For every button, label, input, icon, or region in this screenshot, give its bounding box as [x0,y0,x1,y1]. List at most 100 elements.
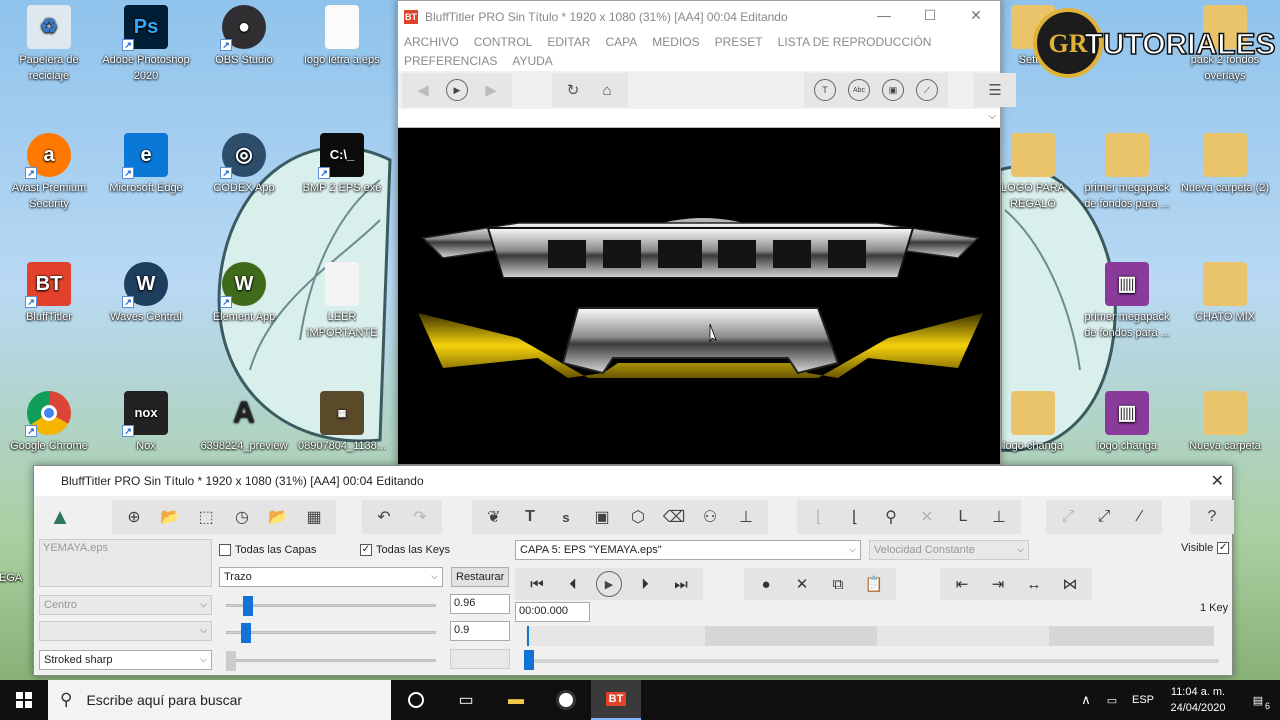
preset-dropdown[interactable]: ⌵ [398,109,1000,128]
restore-button[interactable]: Restaurar [451,567,509,587]
picture-icon[interactable]: ▣ [584,502,620,532]
desktop-icon-edge[interactable]: e ↗ Microsoft Edge [98,133,194,196]
menu-control[interactable]: CONTROL [474,33,533,52]
skip-to-end-icon[interactable]: ⏭ [663,570,699,598]
trazo-select[interactable]: Trazo ⌵ [219,567,443,587]
wand-icon[interactable]: ⁄ [1122,502,1158,532]
start-button[interactable] [0,680,48,720]
blufftitler-taskbar-button[interactable]: BT [591,680,641,720]
next-key-icon[interactable]: ⇥ [980,570,1016,598]
step-back-icon[interactable]: ⏴ [555,570,591,598]
film-icon[interactable]: ▦ [296,502,332,532]
slider-2-thumb[interactable] [240,623,251,643]
clock[interactable]: 11:04 a. m. 24/04/2020 [1160,684,1236,716]
abc-layer-button[interactable]: Abc [842,75,876,105]
add-layer-icon[interactable]: ⊕ [116,502,152,532]
desktop-icon-blufftitler[interactable]: BT ↗ BluffTitler [1,262,97,325]
fit-icon[interactable]: ⤢ [1086,502,1122,532]
timeline-scrollbar[interactable] [526,659,1219,663]
slider-3-thumb[interactable] [226,651,236,671]
obs-taskbar-button[interactable] [541,680,591,720]
audio-icon[interactable]: ⊥ [728,502,764,532]
y-axis-icon[interactable]: ⊥ [981,502,1017,532]
file-explorer-button[interactable]: ▬ [491,680,541,720]
cube-icon[interactable]: ⬡ [620,502,656,532]
text-icon[interactable]: T [512,502,548,532]
subtitle-icon[interactable]: s [548,502,584,532]
undo-icon[interactable]: ↶ [366,502,402,532]
timeline-cursor[interactable] [527,626,529,646]
previous-key-icon[interactable]: ⇤ [944,570,980,598]
menu-preferencias[interactable]: PREFERENCIAS [404,52,497,71]
stroke-style-select[interactable]: Stroked sharp ⌵ [39,650,212,670]
slider-3-track[interactable] [226,659,436,662]
paste-icon[interactable]: 📋 [856,570,892,598]
text-layer-button[interactable]: T [808,75,842,105]
desktop-icon-waves[interactable]: W ↗ Waves Central [98,262,194,325]
hamburger-menu-icon[interactable]: ☰ [978,75,1012,105]
menu-medios[interactable]: MEDIOS [652,33,699,52]
timeline-scroll-thumb[interactable] [524,650,534,670]
desktop-icon-avast[interactable]: a ↗ Avast Premium Security [1,133,97,212]
expand-key-icon[interactable]: ↔ [1016,570,1052,598]
desktop-icon-logo-eps[interactable]: logo letra a.eps [294,5,390,68]
desktop-icon-nueva-carpeta-2[interactable]: Nueva carpeta (2) [1177,133,1273,196]
resize-icon[interactable]: ⤢ [1050,502,1086,532]
layer-select[interactable]: CAPA 5: EPS "YEMAYA.eps" ⌵ [515,540,861,560]
desktop-icon-obs[interactable]: ● ↗ OBS Studio [196,5,292,68]
value-2-field[interactable]: 0.9 [450,621,510,641]
language-indicator[interactable]: ESP [1126,694,1160,706]
notification-icon[interactable]: ▤ 6 [1236,694,1280,711]
eraser-icon[interactable]: ⌫ [656,502,692,532]
paint-icon[interactable]: ❦ [476,502,512,532]
open-folder-icon[interactable]: 📂 [152,502,188,532]
all-layers-checkbox[interactable]: Todas las Capas [219,544,316,556]
menu-preset[interactable]: PRESET [715,33,763,52]
copy-icon[interactable]: ⧉ [820,570,856,598]
slider-2-track[interactable] [226,631,436,634]
align-left-icon[interactable]: ⌊ [801,502,837,532]
layer-thumbnail-icon[interactable]: ▲ [42,502,78,532]
network-icon[interactable]: ▭ [1098,694,1126,707]
clock-icon[interactable]: ◷ [224,502,260,532]
x-axis-icon[interactable]: L [945,502,981,532]
delete-key-icon[interactable]: ✕ [784,570,820,598]
menu-lista-reproduccion[interactable]: LISTA DE REPRODUCCIÓN [778,33,932,52]
collapse-key-icon[interactable]: ⋈ [1052,570,1088,598]
desktop-icon-megapack-2[interactable]: ▥ primer megapack de fondos para ... [1079,262,1175,341]
record-key-icon[interactable]: ● [748,570,784,598]
desktop-icon-logo-changa-2[interactable]: ▥ logo changa [1079,391,1175,454]
open-media-icon[interactable]: 📂 [260,502,296,532]
desktop-icon-chrome[interactable]: ↗ Google Chrome [1,391,97,454]
desktop-icon-nox[interactable]: nox ↗ Nox [98,391,194,454]
secondary-select[interactable]: ⌵ [39,621,212,641]
help-icon[interactable]: ? [1194,502,1230,532]
desktop-icon-codex[interactable]: ◎ ↗ CODEX App [196,133,292,196]
desktop-icon-image[interactable]: ▦ 08907804_1138... [294,391,390,454]
desktop-icon-leer[interactable]: LEER IMPORTANTE [294,262,390,341]
value-3-field[interactable] [450,649,510,669]
step-forward-icon[interactable]: ⏵ [627,570,663,598]
minimize-icon[interactable]: — [861,7,907,23]
skip-to-start-icon[interactable]: ⏮ [519,570,555,598]
slider-1-track[interactable] [226,604,436,607]
next-icon[interactable]: ▶ [474,75,508,105]
slider-1-thumb[interactable] [242,596,253,616]
centro-select[interactable]: Centro ⌵ [39,595,212,615]
desktop-icon-bmp2eps[interactable]: C:\_ ↗ BMP 2 EPS.exe [294,133,390,196]
visible-checkbox[interactable]: ✓ Visible [1181,542,1230,554]
chevron-up-icon[interactable]: ∧ [1074,692,1098,708]
play-button[interactable]: ▶ [440,75,474,105]
close-icon[interactable]: ✕ [953,7,999,24]
all-keys-checkbox[interactable]: ✓ Todas las Keys [360,544,450,556]
menu-capa[interactable]: CAPA [605,33,637,52]
previous-icon[interactable]: ◀ [406,75,440,105]
desktop-icon-chato-mix[interactable]: CHATO MIX [1177,262,1273,325]
particles-icon[interactable]: ⚇ [692,502,728,532]
maximize-icon[interactable]: ☐ [907,7,953,24]
redo-icon[interactable]: ↷ [402,502,438,532]
time-field[interactable]: 00:00.000 [515,602,590,622]
value-1-field[interactable]: 0.96 [450,594,510,614]
menu-ayuda[interactable]: AYUDA [512,52,552,71]
crop-icon[interactable]: ⬚ [188,502,224,532]
